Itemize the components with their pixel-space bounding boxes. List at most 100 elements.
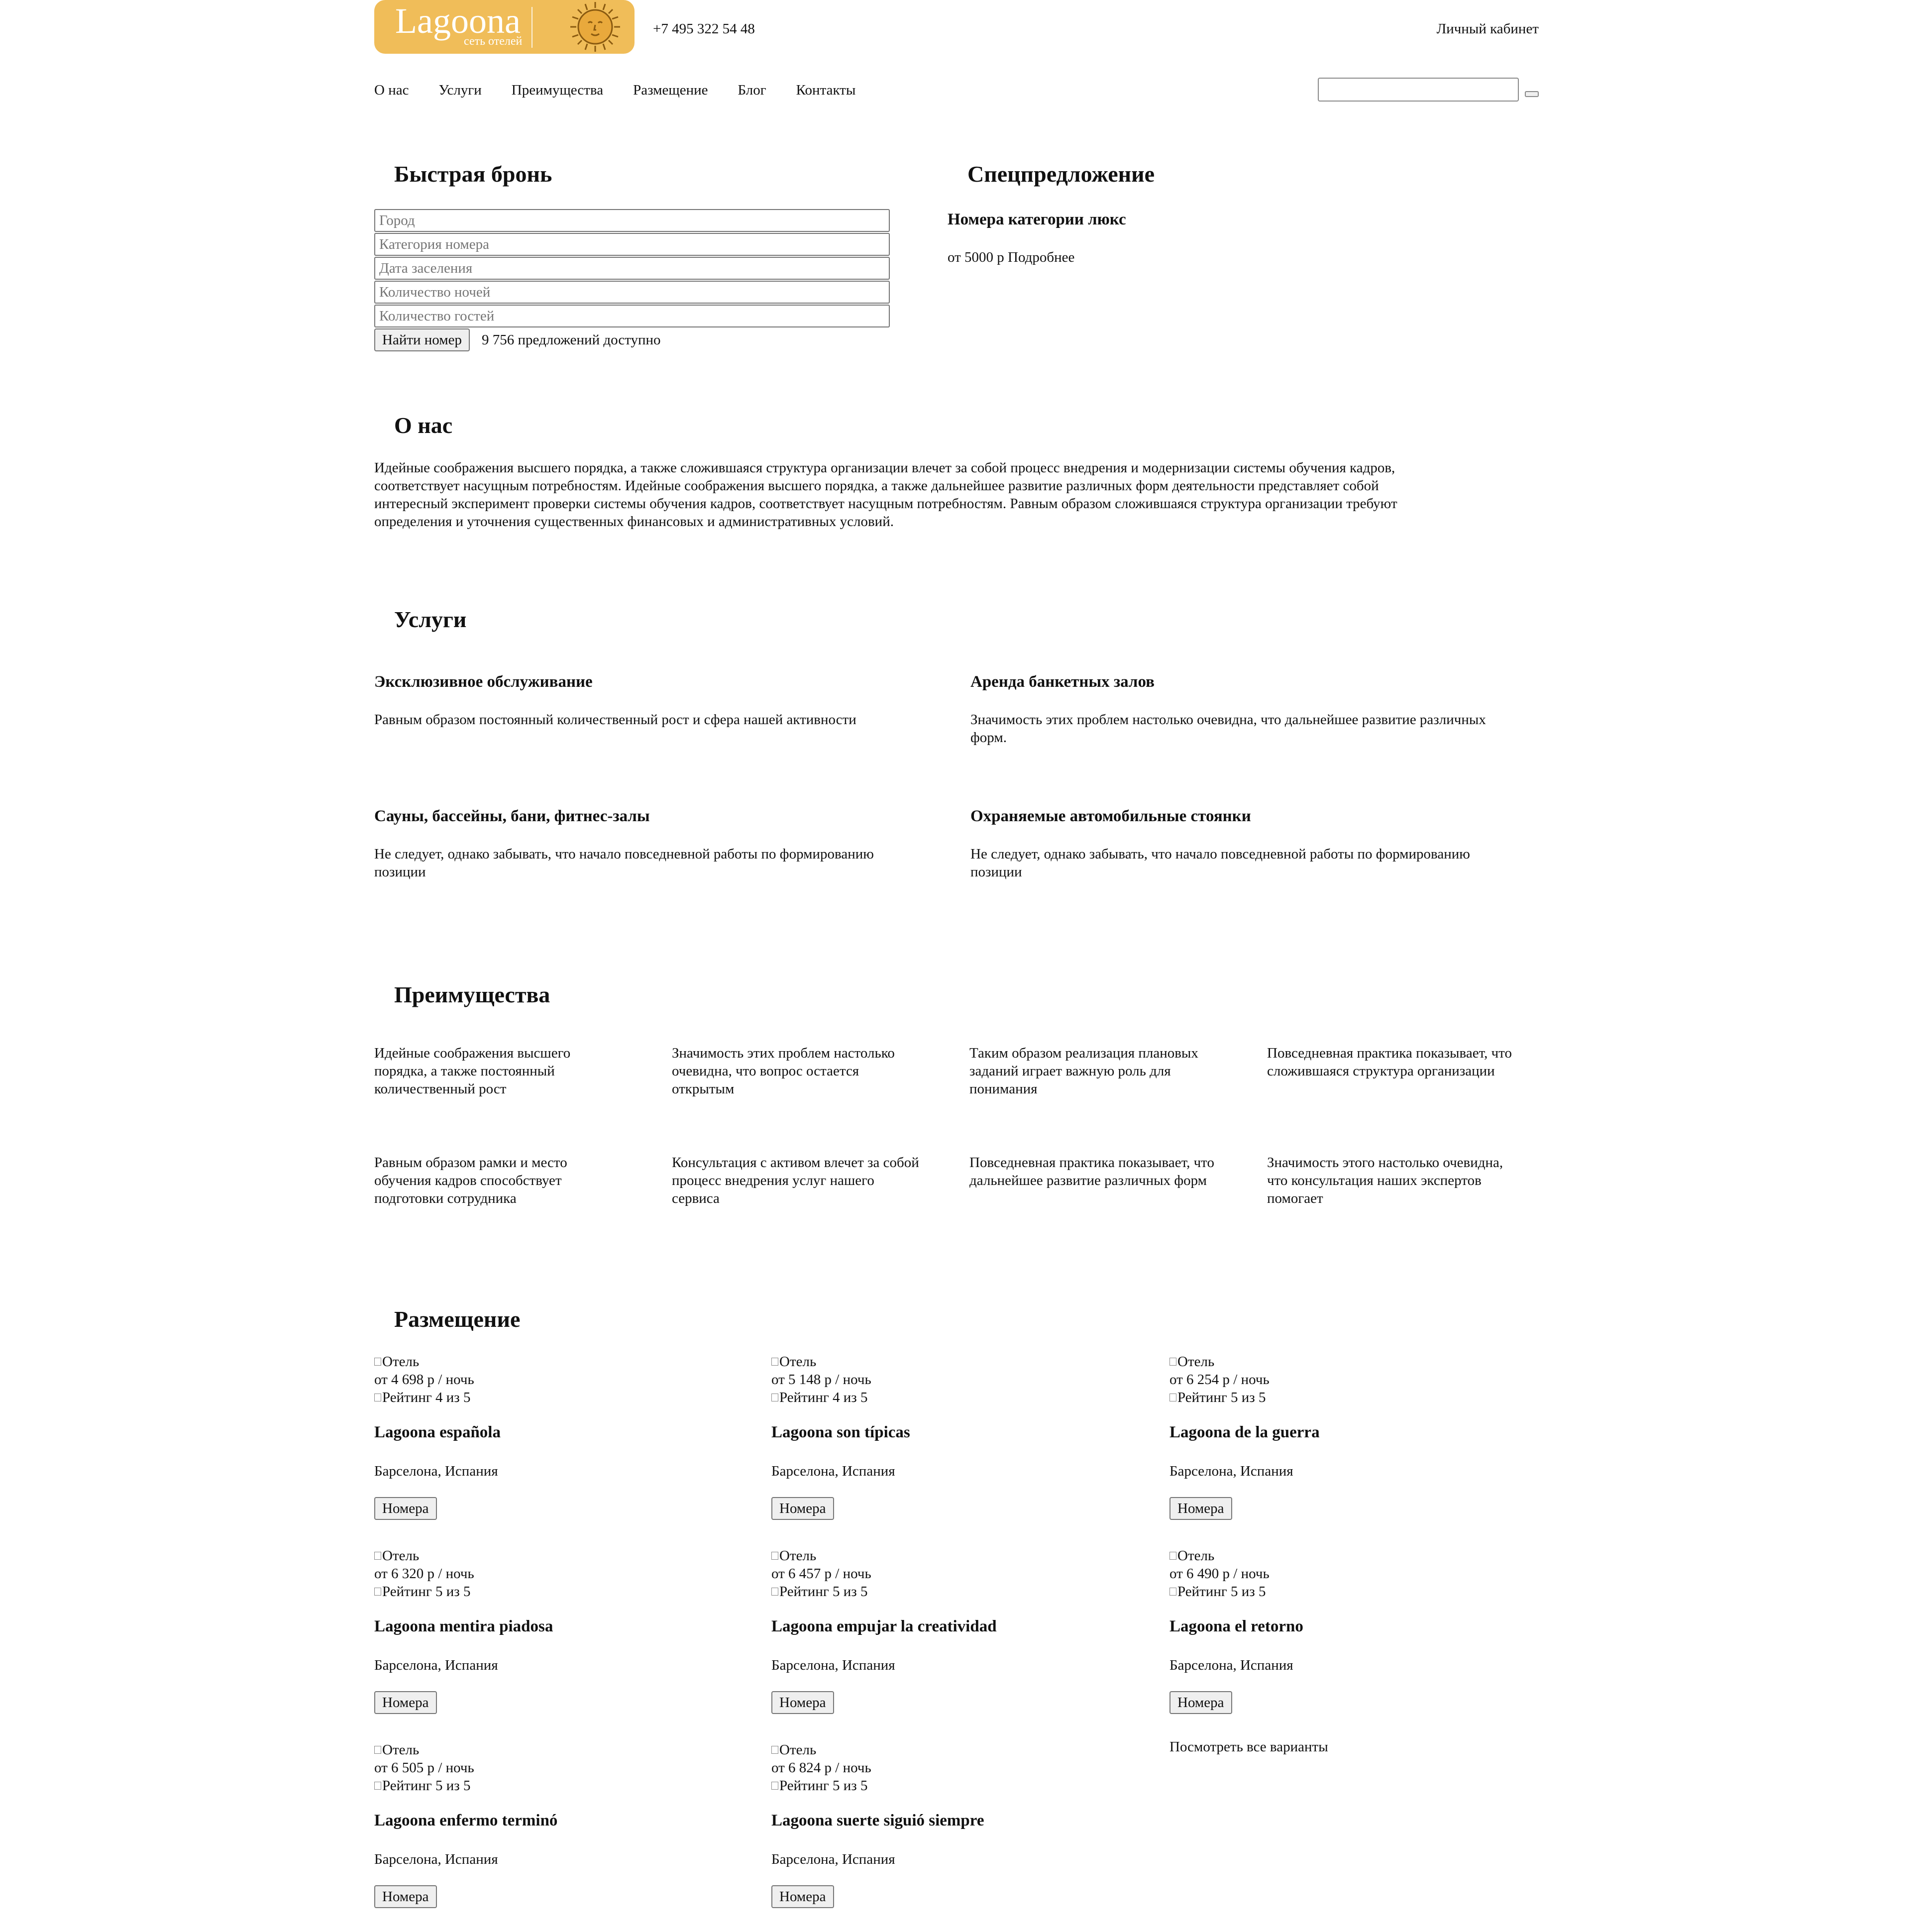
broken-image-icon xyxy=(771,1358,778,1366)
nav-contacts[interactable]: Контакты xyxy=(796,81,856,99)
room-category-field[interactable]: Категория номера xyxy=(374,233,890,256)
hotel-location: Барселона, Испания xyxy=(374,1851,498,1867)
nav-advantages[interactable]: Преимущества xyxy=(512,81,603,99)
personal-account-link[interactable]: Личный кабинет xyxy=(1423,20,1539,38)
service-text: Не следует, однако забывать, что начало … xyxy=(970,846,1470,862)
hotel-rating: Рейтинг 5 из 5 xyxy=(374,1777,723,1795)
nights-field[interactable]: Количество ночей xyxy=(374,281,890,304)
services-title: Услуги xyxy=(394,607,467,632)
broken-image-icon xyxy=(374,1552,381,1560)
advantage-item: Значимость этих проблем настолько очевид… xyxy=(672,1044,895,1098)
hotel-name[interactable]: Lagoona son típicas xyxy=(771,1422,910,1442)
hotel-card: Отель от 5 148 р / ночь Рейтинг 4 из 5 Lago… xyxy=(771,1353,1120,1520)
rooms-button[interactable]: Номера xyxy=(771,1497,834,1520)
hotel-rating: Рейтинг 5 из 5 xyxy=(1169,1389,1518,1406)
rooms-button[interactable]: Номера xyxy=(374,1691,437,1714)
advantage-line: процесс внедрения услуг нашего xyxy=(672,1173,874,1188)
hotel-image-alt: Отель xyxy=(382,1742,420,1758)
advantage-line: дальнейшее развитие различных форм xyxy=(969,1173,1207,1188)
logo[interactable]: Lagoona сеть отелей xyxy=(374,0,635,54)
checkin-date-field[interactable]: Дата заселения xyxy=(374,257,890,280)
logo-divider xyxy=(531,7,532,48)
find-room-button[interactable]: Найти номер xyxy=(374,328,470,351)
advantage-line: Значимость этих проблем настолько xyxy=(672,1045,895,1061)
hotel-image: Отель xyxy=(374,1547,723,1565)
advantage-line: количественный рост xyxy=(374,1081,507,1097)
city-field[interactable]: Город xyxy=(374,209,890,232)
hotel-location: Барселона, Испания xyxy=(1169,1657,1293,1673)
hotel-location: Барселона, Испания xyxy=(771,1463,895,1479)
broken-image-icon xyxy=(771,1552,778,1560)
broken-image-icon xyxy=(771,1588,778,1596)
booking-title: Быстрая бронь xyxy=(394,161,552,187)
advantage-line: что консультация наших экспертов xyxy=(1267,1173,1482,1188)
special-text[interactable]: от 5000 р Подробнее xyxy=(948,248,1074,266)
hotel-image-alt: Отель xyxy=(382,1548,420,1564)
hotel-rating: Рейтинг 5 из 5 xyxy=(374,1583,723,1601)
nav-about[interactable]: О нас xyxy=(374,81,409,99)
nav-blog[interactable]: Блог xyxy=(738,81,766,99)
rooms-button[interactable]: Номера xyxy=(1169,1691,1232,1714)
about-line: интересный эксперимент проверки системы … xyxy=(374,496,1397,512)
hotel-image-alt: Отель xyxy=(1177,1548,1215,1564)
main-nav: О нас Услуги Преимущества Размещение Бло… xyxy=(374,81,885,99)
hotel-name[interactable]: Lagoona mentira piadosa xyxy=(374,1616,553,1636)
nav-placement[interactable]: Размещение xyxy=(633,81,708,99)
hotel-name[interactable]: Lagoona de la guerra xyxy=(1169,1422,1320,1442)
broken-image-icon xyxy=(771,1746,778,1754)
rooms-button[interactable]: Номера xyxy=(771,1691,834,1714)
service-title: Сауны, бассейны, бани, фитнес-залы xyxy=(374,807,650,825)
advantage-line: сложившаяся структура организации xyxy=(1267,1063,1495,1079)
hotel-image-alt: Отель xyxy=(382,1354,420,1370)
service-title: Аренда банкетных залов xyxy=(970,673,1155,691)
guests-field[interactable]: Количество гостей xyxy=(374,305,890,327)
broken-image-icon xyxy=(771,1782,778,1790)
broken-image-icon xyxy=(374,1782,381,1790)
advantages-title: Преимущества xyxy=(394,982,550,1007)
hotel-card: Отель от 6 254 р / ночь Рейтинг 5 из 5 Lago… xyxy=(1169,1353,1518,1520)
broken-image-icon xyxy=(374,1358,381,1366)
hotel-price: от 4 698 р / ночь xyxy=(374,1372,474,1388)
hotel-name[interactable]: Lagoona empujar la creatividad xyxy=(771,1616,997,1636)
hotel-name[interactable]: Lagoona enfermo terminó xyxy=(374,1811,557,1830)
rooms-button[interactable]: Номера xyxy=(1169,1497,1232,1520)
nav-services[interactable]: Услуги xyxy=(438,81,481,99)
service-text: позиции xyxy=(374,864,426,880)
hotel-name[interactable]: Lagoona suerte siguió siempre xyxy=(771,1811,984,1830)
advantage-line: очевидна, что вопрос остается xyxy=(672,1063,859,1079)
hotel-rating: Рейтинг 4 из 5 xyxy=(374,1389,723,1406)
advantage-line: Значимость этого настолько очевидна, xyxy=(1267,1155,1503,1171)
broken-image-icon xyxy=(1169,1394,1176,1401)
about-line: определения и уточнения существенных фин… xyxy=(374,514,894,530)
hotel-location: Барселона, Испания xyxy=(771,1851,895,1867)
about-title: О нас xyxy=(394,413,453,438)
advantage-line: обучения кадров способствует xyxy=(374,1173,562,1188)
phone-number[interactable]: +7 495 322 54 48 xyxy=(653,20,755,38)
hotel-price: от 5 148 р / ночь xyxy=(771,1372,871,1388)
rooms-button[interactable]: Номера xyxy=(771,1885,834,1908)
about-line: соответствует насущным потребностям. Иде… xyxy=(374,478,1379,494)
hotel-rating-text: Рейтинг 5 из 5 xyxy=(1177,1390,1266,1405)
hotel-name[interactable]: Lagoona el retorno xyxy=(1169,1616,1303,1636)
broken-image-icon xyxy=(1169,1552,1176,1560)
advantage-line: понимания xyxy=(969,1081,1038,1097)
about-line: Идейные соображения высшего порядка, а т… xyxy=(374,460,1395,476)
advantage-item: Повседневная практика показывает, что да… xyxy=(969,1154,1214,1189)
service-text: Не следует, однако забывать, что начало … xyxy=(374,846,874,862)
hotel-location: Барселона, Испания xyxy=(771,1657,895,1673)
advantage-line: Повседневная практика показывает, что xyxy=(969,1155,1214,1171)
service-title: Охраняемые автомобильные стоянки xyxy=(970,807,1251,825)
hotel-name[interactable]: Lagoona española xyxy=(374,1422,501,1442)
search-button[interactable] xyxy=(1525,91,1539,97)
hotel-rating-text: Рейтинг 5 из 5 xyxy=(382,1584,471,1600)
hotel-price: от 6 505 р / ночь xyxy=(374,1760,474,1776)
advantage-line: сервиса xyxy=(672,1190,720,1206)
view-all-link[interactable]: Посмотреть все варианты xyxy=(1169,1738,1328,1756)
hotel-rating: Рейтинг 5 из 5 xyxy=(771,1777,1120,1795)
hotel-card: Отель от 6 457 р / ночь Рейтинг 5 из 5 Lago… xyxy=(771,1547,1120,1714)
hotel-price: от 6 457 р / ночь xyxy=(771,1566,871,1582)
rooms-button[interactable]: Номера xyxy=(374,1497,437,1520)
rooms-button[interactable]: Номера xyxy=(374,1885,437,1908)
search-input[interactable] xyxy=(1318,78,1519,102)
hotel-card: Отель от 6 505 р / ночь Рейтинг 5 из 5 Lago… xyxy=(374,1741,723,1908)
